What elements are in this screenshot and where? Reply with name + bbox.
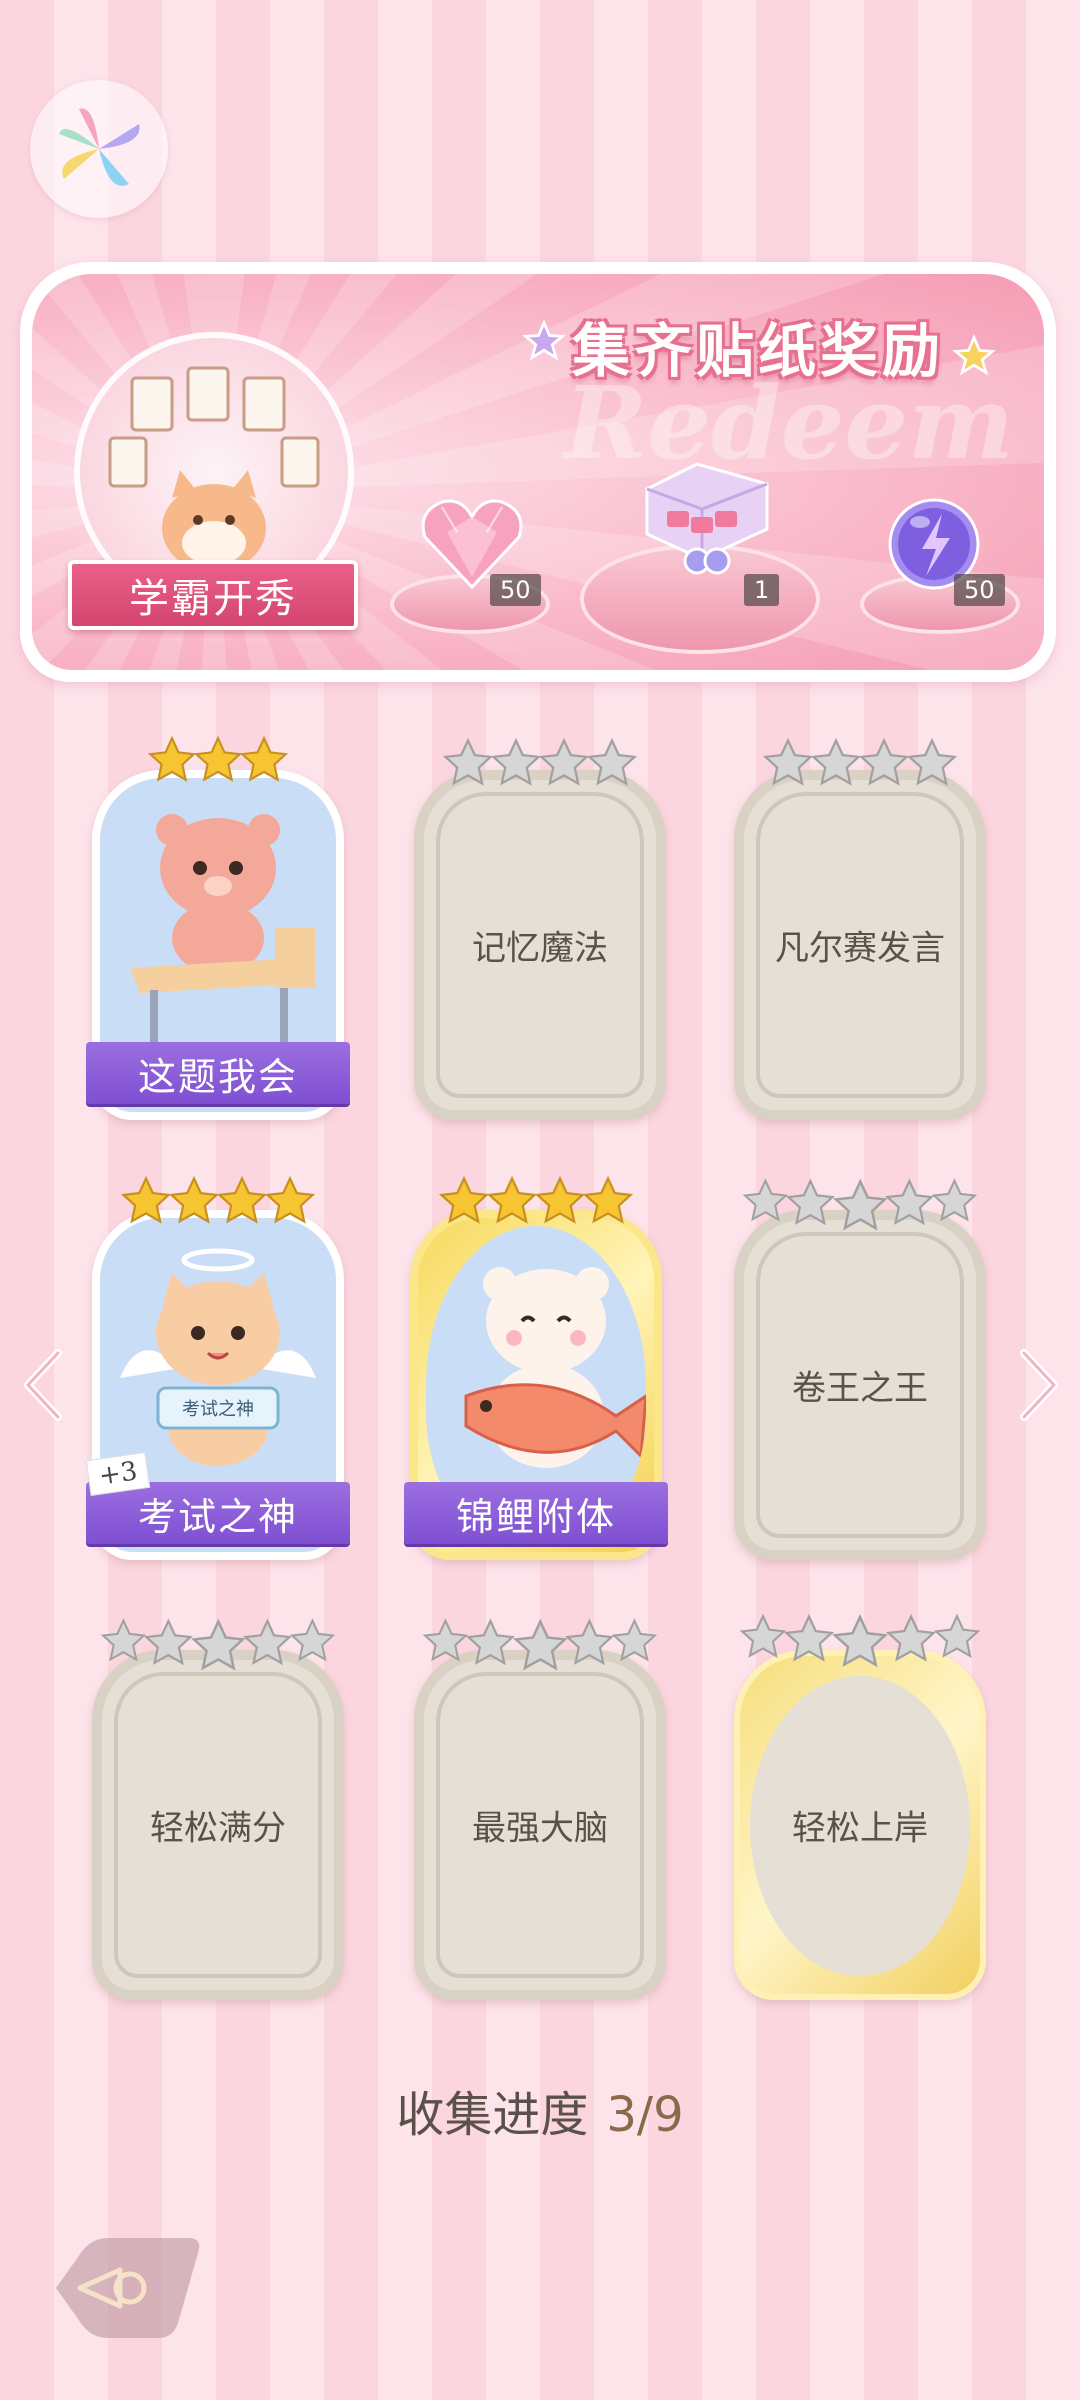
silver-star-icon [512,1618,568,1671]
progress-value: 3/9 [606,2087,684,2143]
sticker-card[interactable]: 记忆魔法 [414,737,666,1120]
yellow-star-icon [952,334,996,376]
app-logo-button[interactable] [30,80,168,218]
progress-label: 收集进度 [396,2087,589,2143]
silver-star-icon [490,737,542,786]
silver-star-icon [243,1618,293,1666]
card-title-ribbon: 这题我会 [86,1042,350,1104]
banner-title: 集齐贴纸奖励 [572,317,945,385]
sticker-card[interactable]: 卷王之王 [734,1178,986,1560]
gold-star-icon [216,1175,268,1224]
sticker-card[interactable]: 锦鲤附体 [404,1175,668,1560]
silver-star-icon [858,737,910,786]
silver-star-icon [783,1613,835,1662]
silver-star-icon [538,737,590,786]
card-title-ribbon: 考试之神 [86,1482,350,1544]
silver-star-icon [143,1618,193,1666]
silver-star-icon [810,737,862,786]
sticker-card[interactable]: 凡尔赛发言 [734,737,986,1120]
card-label: 凡尔赛发言 [775,928,945,969]
star-rating [100,1174,336,1228]
silver-star-icon [100,1618,147,1662]
silver-star-icon [933,1613,981,1659]
gold-star-icon [264,1175,316,1224]
chevron-left-icon[interactable] [18,1345,68,1425]
gold-star-icon [239,735,289,782]
silver-star-icon [465,1618,515,1666]
star-rating [100,734,336,786]
sticker-card[interactable]: 轻松满分 [92,1618,344,2000]
reward-count: 1 [744,574,780,606]
collection-progress: 收集进度 3/9 [0,2075,1080,2145]
gold-star-icon [486,1175,538,1224]
silver-star-icon [885,1613,937,1662]
sticker-card[interactable]: 这题我会 [86,735,350,1120]
star-rating [100,1616,336,1676]
back-button[interactable] [48,2228,208,2348]
star-rating [744,736,976,790]
badge-ribbon: 学霸开秀 [68,560,358,630]
silver-star-icon [762,737,814,786]
star-rating [418,1174,654,1228]
silver-star-icon [565,1618,615,1666]
silver-star-icon [906,737,958,786]
gold-star-icon [582,1175,634,1224]
card-label: 轻松满分 [150,1808,286,1849]
silver-star-icon [832,1178,888,1231]
silver-star-icon [289,1618,336,1662]
back-arrow-icon [56,2238,200,2338]
star-rating [422,1616,658,1676]
card-title-ribbon: 锦鲤附体 [404,1482,668,1544]
reward-count: 50 [490,574,541,606]
silver-star-icon [190,1618,246,1671]
gold-star-icon [438,1175,490,1224]
silver-star-icon [832,1614,888,1668]
silver-star-icon [931,1178,978,1222]
silver-star-icon [442,737,494,786]
star-rating [742,1176,978,1236]
silver-star-icon [742,1178,789,1222]
sticker-card[interactable]: 考试之神 +3 考试之神 [85,1175,350,1560]
gold-star-icon [147,735,197,782]
sticker-reward-banner: Redeem 集齐贴纸奖励 学霸开秀 50 1 50 [20,262,1056,682]
sign-text: 考试之神 [182,1399,254,1420]
star-rating [739,1612,981,1672]
silver-star-icon [422,1618,469,1662]
gift-box-icon[interactable] [627,449,777,579]
sticker-card[interactable]: 轻松上岸 [734,1613,986,2000]
star-rating [424,736,656,790]
silver-star-icon [586,737,638,786]
card-label: 记忆魔法 [472,928,608,969]
pinwheel-logo-icon [59,108,140,186]
card-label: 卷王之王 [792,1368,928,1409]
gold-star-icon [193,735,243,782]
card-label: 最强大脑 [472,1808,608,1849]
silver-star-icon [611,1618,658,1662]
silver-star-icon [739,1613,787,1659]
gold-star-icon [120,1175,172,1224]
silver-star-icon [785,1178,835,1226]
reward-count: 50 [954,574,1005,606]
gold-star-icon [168,1175,220,1224]
chevron-right-icon[interactable] [1014,1345,1064,1425]
purple-star-icon [522,319,566,361]
gold-star-icon [534,1175,586,1224]
sticker-card[interactable]: 最强大脑 [414,1618,666,2000]
card-label: 轻松上岸 [792,1808,928,1849]
silver-star-icon [885,1178,935,1226]
